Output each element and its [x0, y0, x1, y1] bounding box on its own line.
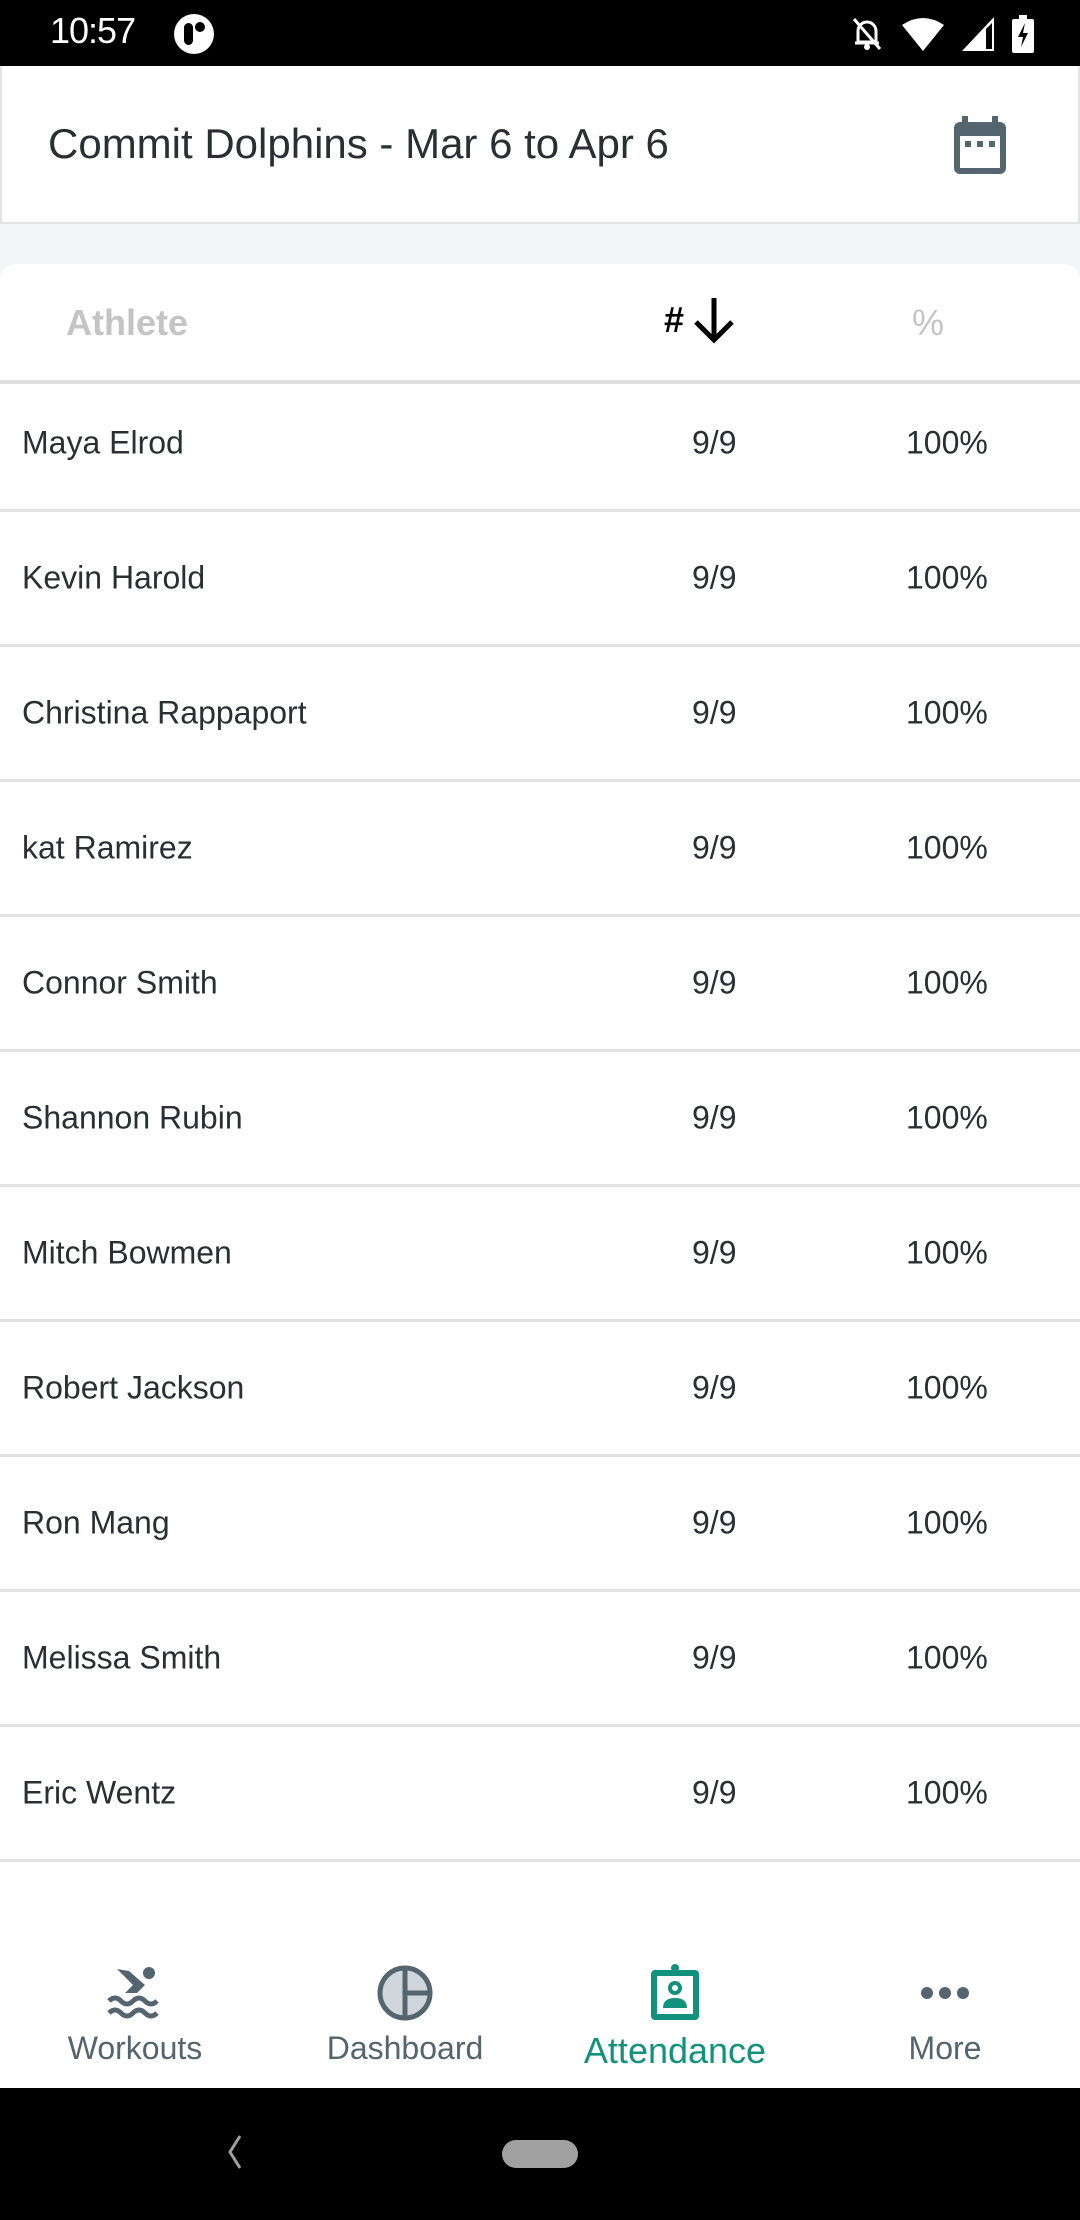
table-row[interactable]: Kevin Harold 9/9 100% — [0, 512, 1080, 647]
cell-signal-icon — [962, 17, 994, 51]
bell-off-icon — [852, 18, 882, 50]
table-row[interactable]: Ron Mang 9/9 100% — [0, 1457, 1080, 1592]
attendance-count: 9/9 — [692, 829, 737, 866]
status-time: 10:57 — [50, 10, 136, 51]
athlete-name: Shannon Rubin — [22, 1099, 243, 1136]
home-button[interactable] — [502, 2140, 578, 2168]
athlete-name: Mitch Bowmen — [22, 1234, 232, 1271]
table-header: Athlete # % — [0, 264, 1080, 384]
attendance-count: 9/9 — [692, 1369, 737, 1406]
attendance-table: Athlete # % Olivia Robinson9/9100% Maya … — [0, 264, 1080, 1954]
attendance-count: 9/9 — [692, 1774, 737, 1811]
attendance-percent: 100% — [906, 424, 988, 461]
table-row[interactable]: Shannon Rubin 9/9 100% — [0, 1052, 1080, 1187]
athlete-name: Robert Jackson — [22, 1369, 245, 1406]
table-body[interactable]: Olivia Robinson9/9100% Maya Elrod9/9100%… — [0, 264, 1080, 1862]
nav-item-workouts[interactable]: Workouts — [0, 1954, 270, 2088]
badge-icon — [651, 1964, 699, 2020]
wifi-icon — [902, 18, 944, 51]
attendance-count: 9/9 — [692, 1504, 737, 1541]
nav-label: Workouts — [67, 2030, 203, 2066]
nav-label: More — [908, 2030, 982, 2066]
athlete-name: Melissa Smith — [22, 1639, 222, 1676]
attendance-percent: 100% — [906, 559, 988, 596]
table-row[interactable]: Robert Jackson 9/9 100% — [0, 1322, 1080, 1457]
page-title: Commit Dolphins - Mar 6 to Apr 6 — [48, 120, 669, 167]
column-header-percent[interactable]: % — [912, 302, 944, 344]
nav-label: Attendance — [583, 2030, 767, 2071]
swimmer-icon — [107, 1967, 159, 2019]
more-horizontal-icon — [921, 1987, 969, 1999]
attendance-percent: 100% — [906, 829, 988, 866]
athlete-name: Ron Mang — [22, 1504, 170, 1541]
attendance-count: 9/9 — [692, 1639, 737, 1676]
athlete-name: Connor Smith — [22, 964, 218, 1001]
attendance-count: 9/9 — [692, 424, 737, 461]
table-row[interactable]: Maya Elrod 9/9 100% — [0, 377, 1080, 512]
arrow-down-icon — [694, 298, 734, 344]
table-row[interactable]: Christina Rappaport 9/9 100% — [0, 647, 1080, 782]
attendance-percent: 100% — [906, 964, 988, 1001]
system-navigation-bar — [0, 2088, 1080, 2220]
attendance-count: 9/9 — [692, 1234, 737, 1271]
column-header-count[interactable]: # — [664, 296, 736, 344]
attendance-percent: 100% — [906, 1234, 988, 1271]
table-row[interactable]: kat Ramirez 9/9 100% — [0, 782, 1080, 917]
nav-item-dashboard[interactable]: Dashboard — [270, 1954, 540, 2088]
athlete-name: Maya Elrod — [22, 424, 184, 461]
pie-chart-icon — [377, 1965, 433, 2021]
nav-label: Dashboard — [326, 2030, 484, 2066]
athlete-name: kat Ramirez — [22, 829, 193, 866]
page-header: Commit Dolphins - Mar 6 to Apr 6 — [0, 66, 1080, 224]
attendance-percent: 100% — [906, 1099, 988, 1136]
nav-item-attendance[interactable]: Attendance — [540, 1954, 810, 2088]
attendance-percent: 100% — [906, 1369, 988, 1406]
status-bar: 10:57 — [0, 0, 1080, 66]
table-row[interactable]: Melissa Smith 9/9 100% — [0, 1592, 1080, 1727]
attendance-percent: 100% — [906, 1639, 988, 1676]
table-row[interactable]: Connor Smith 9/9 100% — [0, 917, 1080, 1052]
calendar-icon — [954, 116, 1006, 174]
column-header-athlete[interactable]: Athlete — [66, 302, 188, 344]
status-icons — [850, 14, 1034, 54]
table-row[interactable]: Eric Wentz 9/9 100% — [0, 1727, 1080, 1862]
back-icon[interactable] — [224, 2132, 244, 2172]
calendar-button[interactable] — [952, 116, 1008, 176]
attendance-count: 9/9 — [692, 694, 737, 731]
attendance-percent: 100% — [906, 694, 988, 731]
battery-charging-icon — [1012, 15, 1034, 53]
attendance-count: 9/9 — [692, 559, 737, 596]
column-header-count-label: # — [664, 299, 685, 340]
attendance-percent: 100% — [906, 1504, 988, 1541]
app-notification-icon — [174, 14, 214, 54]
table-row[interactable]: Mitch Bowmen 9/9 100% — [0, 1187, 1080, 1322]
attendance-count: 9/9 — [692, 1099, 737, 1136]
bottom-navigation: Workouts Dashboard Attendance More — [0, 1954, 1080, 2088]
athlete-name: Eric Wentz — [22, 1774, 177, 1811]
athlete-name: Kevin Harold — [22, 559, 206, 596]
athlete-name: Christina Rappaport — [22, 694, 307, 731]
attendance-percent: 100% — [906, 1774, 988, 1811]
attendance-count: 9/9 — [692, 964, 737, 1001]
nav-item-more[interactable]: More — [810, 1954, 1080, 2088]
